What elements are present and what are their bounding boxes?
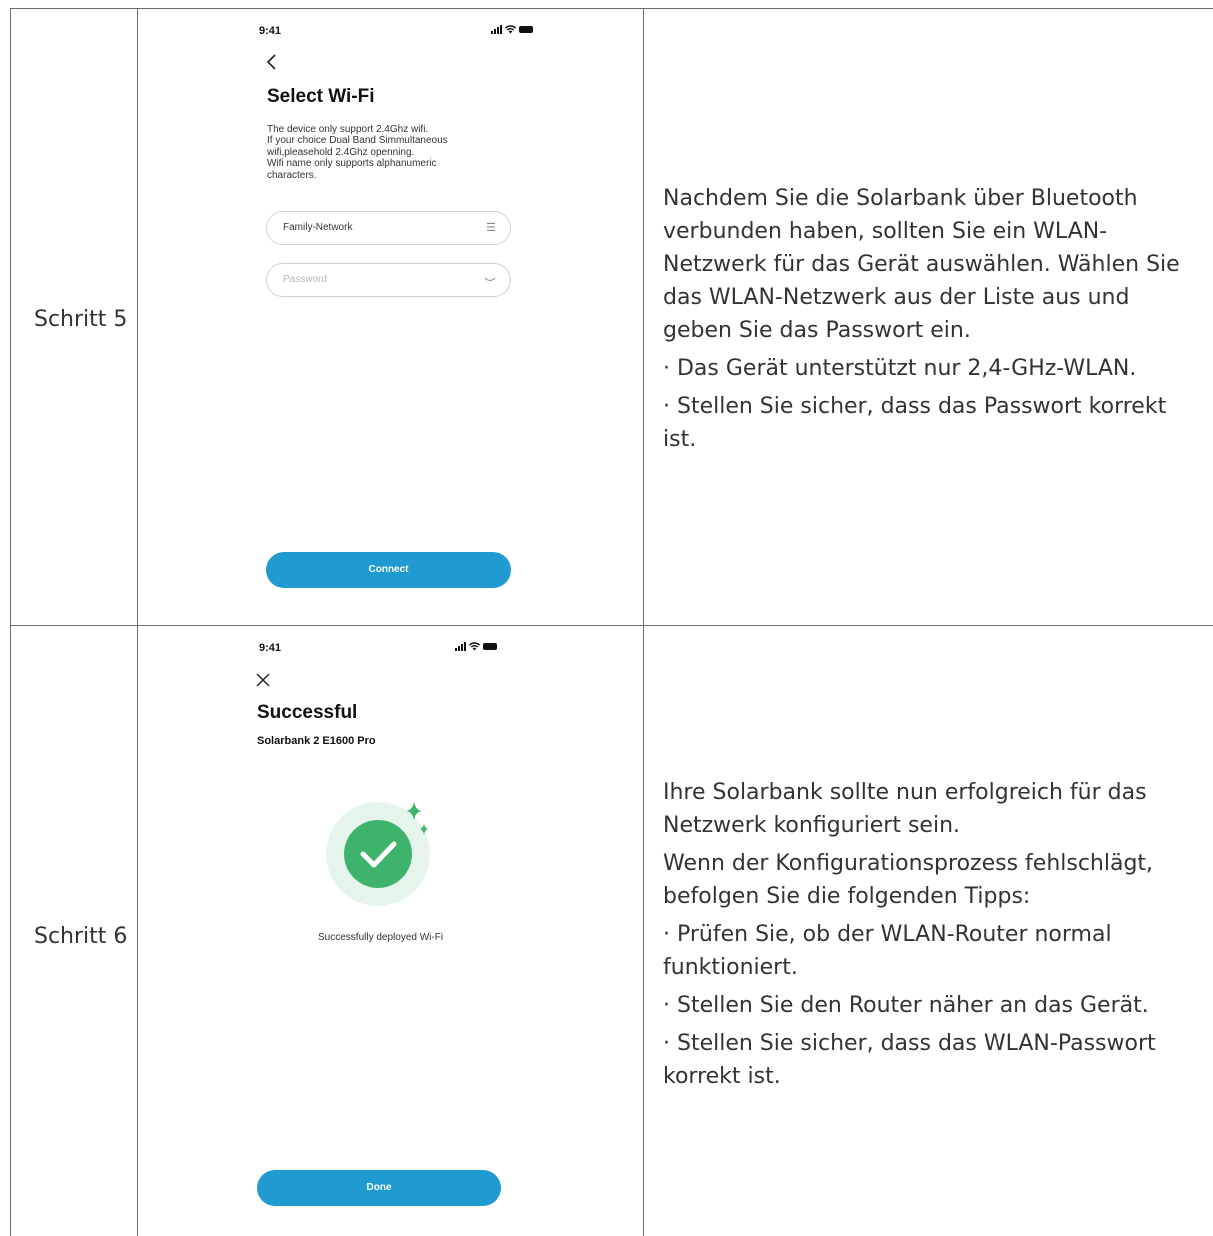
step-6-paragraph: Ihre Solarbank sollte nun erfolgreich fü… bbox=[663, 780, 1147, 838]
connect-button[interactable]: Connect bbox=[266, 552, 511, 588]
table-border-left bbox=[10, 8, 11, 1236]
battery-icon bbox=[519, 26, 533, 33]
step-5-tip: · Stellen Sie sicher, dass das Passwort … bbox=[663, 394, 1167, 452]
step-6-tip: · Stellen Sie sicher, dass das WLAN-Pass… bbox=[663, 1031, 1156, 1089]
signal-icon bbox=[455, 642, 466, 651]
list-icon[interactable]: ☰ bbox=[486, 221, 496, 234]
back-chevron-icon[interactable] bbox=[265, 53, 277, 71]
device-name: Solarbank 2 E1600 Pro bbox=[257, 735, 376, 747]
step-5-paragraph: Nachdem Sie die Solarbank über Bluetooth… bbox=[663, 186, 1180, 343]
select-wifi-screen: 9:41 Select Wi-Fi The device only suppor… bbox=[250, 10, 533, 620]
status-bar-icons bbox=[455, 642, 497, 651]
step-5-description: Nachdem Sie die Solarbank über Bluetooth… bbox=[663, 182, 1199, 461]
signal-icon bbox=[491, 25, 502, 34]
success-message: Successfully deployed Wi-Fi bbox=[318, 932, 444, 943]
done-button[interactable]: Done bbox=[257, 1170, 501, 1206]
wifi-network-field[interactable]: Family-Network ☰ bbox=[266, 211, 511, 245]
password-placeholder: Password bbox=[283, 274, 327, 285]
screen-title: Select Wi-Fi bbox=[267, 86, 375, 107]
wifi-requirements-note: The device only support 2.4Ghz wifi. If … bbox=[267, 124, 448, 181]
status-bar-icons bbox=[491, 25, 533, 34]
step-5-label: Schritt 5 bbox=[34, 307, 128, 332]
step-6-label: Schritt 6 bbox=[34, 924, 128, 949]
success-check-icon bbox=[326, 801, 430, 906]
table-border-divider-2 bbox=[643, 8, 644, 1236]
close-icon[interactable] bbox=[256, 673, 270, 687]
step-6-description: Ihre Solarbank sollte nun erfolgreich fü… bbox=[663, 776, 1199, 1098]
step-5-tip: · Das Gerät unterstützt nur 2,4-GHz-WLAN… bbox=[663, 356, 1137, 381]
status-bar-time: 9:41 bbox=[259, 25, 282, 37]
wifi-network-value: Family-Network bbox=[283, 222, 353, 233]
password-field[interactable]: Password bbox=[266, 263, 511, 297]
table-border-divider-1 bbox=[137, 8, 138, 1236]
step-6-tip: · Prüfen Sie, ob der WLAN-Router normal … bbox=[663, 922, 1112, 980]
wifi-icon bbox=[505, 25, 516, 34]
success-screen: 9:41 Successful Solarbank 2 E1600 Pro Su… bbox=[240, 627, 530, 1236]
hide-password-icon[interactable] bbox=[484, 276, 496, 284]
step-6-paragraph: Wenn der Konfigurationsprozess fehlschlä… bbox=[663, 851, 1154, 909]
table-border-top bbox=[10, 8, 1213, 9]
wifi-icon bbox=[469, 642, 480, 651]
screen-title: Successful bbox=[257, 702, 358, 723]
table-border-row-divider bbox=[10, 625, 1213, 626]
status-bar-time: 9:41 bbox=[259, 642, 282, 654]
battery-icon bbox=[483, 643, 497, 650]
step-6-tip: · Stellen Sie den Router näher an das Ge… bbox=[663, 993, 1149, 1018]
